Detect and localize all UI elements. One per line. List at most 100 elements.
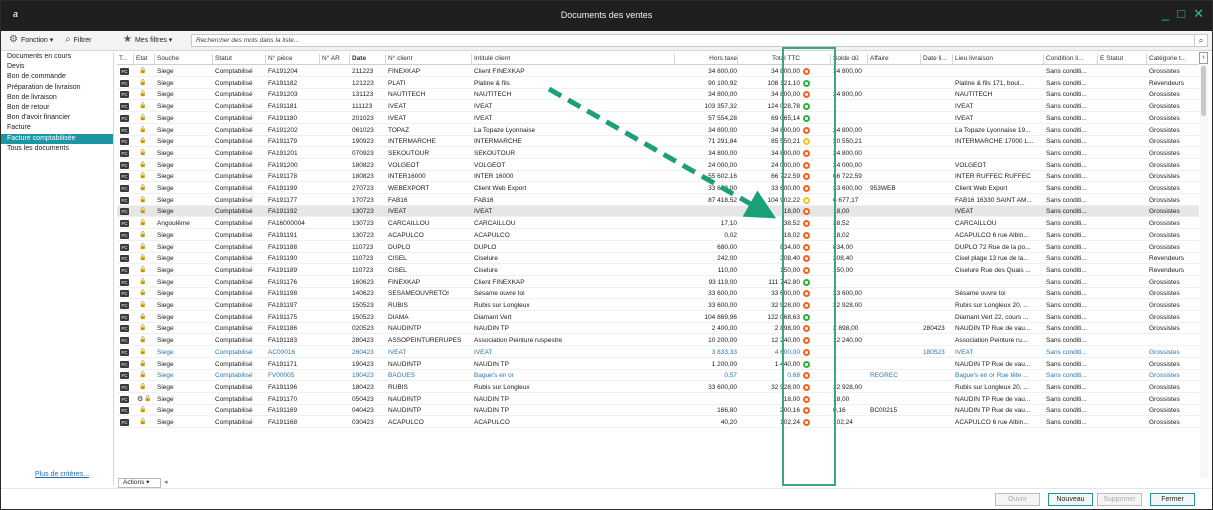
- table-row[interactable]: FC 🔒 Siege Comptabilisé FA191192 130723 IVEAT I…: [117, 206, 1199, 218]
- column-header-lieu[interactable]: Lieu livraison: [955, 55, 993, 62]
- table-row[interactable]: FC 🔒 Siege Comptabilisé FA191180 201023 IVEAT I…: [117, 113, 1199, 124]
- column-header-solde[interactable]: Solde dû: [833, 55, 859, 62]
- table-row[interactable]: FC 🔒 Siege Comptabilisé AC00016 260423 IVEAT IV…: [117, 347, 1199, 358]
- table-row[interactable]: FC 🔒 Siege Comptabilisé FV00005 190423 BAGUES B…: [117, 370, 1199, 382]
- column-separator[interactable]: [920, 54, 921, 64]
- document-type-icon: FC: [120, 348, 129, 356]
- table-row[interactable]: FC 🔒 Siege Comptabilisé FA191182 121223 PLATI P…: [117, 78, 1199, 89]
- sidebar-item[interactable]: Devis: [1, 62, 113, 72]
- more-criteria-link[interactable]: Plus de critères...: [35, 471, 89, 478]
- search-input[interactable]: Rechercher des mots dans la liste...: [191, 34, 1201, 47]
- cell-lieu: NAUDIN TP Rue de vau...: [955, 325, 1031, 333]
- sidebar-item[interactable]: Préparation de livraison: [1, 83, 113, 93]
- column-header-condition[interactable]: Condition li...: [1046, 55, 1084, 62]
- delete-button[interactable]: Supprimer: [1097, 493, 1142, 506]
- my-filters-menu[interactable]: ★ Mes filtres ▾: [123, 35, 172, 45]
- table-row[interactable]: FC 🔒 Siege Comptabilisé FA191169 040423 NAUDIN…: [117, 405, 1199, 417]
- table-row[interactable]: FC 🔒 Siege Comptabilisé FA191199 270723 WEBEXP…: [117, 183, 1199, 194]
- column-separator[interactable]: [737, 54, 738, 64]
- table-row[interactable]: FC 🔒 Siege Comptabilisé FA191168 030423 ACAPUL…: [117, 417, 1199, 428]
- column-separator[interactable]: [1043, 54, 1044, 64]
- column-header-ar[interactable]: N° AR: [322, 55, 340, 62]
- actions-button[interactable]: Actions ▾: [118, 478, 161, 488]
- document-type-icon: FC: [120, 91, 129, 99]
- sidebar-item[interactable]: Bon d'avoir financier: [1, 113, 113, 123]
- new-button[interactable]: Nouveau: [1048, 493, 1093, 506]
- table-row[interactable]: FC 🔒 Siege Comptabilisé FA191186 020523 NAUDIN…: [117, 323, 1199, 335]
- column-separator[interactable]: [1146, 54, 1147, 64]
- column-header-affaire[interactable]: Affaire: [870, 55, 889, 62]
- sidebar-item[interactable]: Facture: [1, 123, 113, 133]
- column-header-client[interactable]: N° client: [388, 55, 412, 62]
- table-row[interactable]: FC 🔒 Siege Comptabilisé FA191191 130723 ACAPUL…: [117, 230, 1199, 241]
- maximize-button[interactable]: □: [1177, 7, 1185, 20]
- column-header-date[interactable]: Date: [352, 55, 366, 62]
- sidebar-item[interactable]: Documents en cours: [1, 52, 113, 62]
- scroll-right-button[interactable]: ›: [1199, 52, 1208, 64]
- column-separator[interactable]: [212, 54, 213, 64]
- table-row[interactable]: FC ⚙ 🔒 Siege Comptabilisé FA191170 050423 NAUDI…: [117, 394, 1199, 405]
- column-header-estatut[interactable]: E Statut: [1100, 55, 1123, 62]
- cell-categorie: Grossistes: [1149, 383, 1180, 391]
- table-row[interactable]: FC 🔒 Siege Comptabilisé FA191204 211223 FINEXK…: [117, 66, 1199, 77]
- column-separator[interactable]: [867, 54, 868, 64]
- sidebar: Documents en cours Devis Bon de commande Pr…: [1, 52, 114, 485]
- table-row[interactable]: FC 🔒 Siege Comptabilisé FA191202 061023 TOPAZ L…: [117, 125, 1199, 136]
- my-filters-label: Mes filtres ▾: [134, 37, 173, 44]
- table-row[interactable]: FC 🔒 Siege Comptabilisé FA191190 110723 CISEL C…: [117, 253, 1199, 265]
- table-row[interactable]: FC 🔒 Siege Comptabilisé FA191198 140623 SESAME…: [117, 288, 1199, 300]
- sidebar-item[interactable]: Tous les documents: [1, 144, 113, 154]
- scroll-left-button[interactable]: ◂: [164, 478, 168, 486]
- table-row[interactable]: FC 🔒 Siege Comptabilisé FA191197 150523 RUBIS R…: [117, 300, 1199, 311]
- table-row[interactable]: FC 🔒 Angoulême Comptabilisé FA16000004 130723…: [117, 218, 1199, 230]
- column-separator[interactable]: [952, 54, 953, 64]
- table-row[interactable]: FC 🔒 Siege Comptabilisé FA191178 180823 INTER1…: [117, 171, 1199, 183]
- table-row[interactable]: FC 🔒 Siege Comptabilisé FA191200 180823 VOLGEO…: [117, 160, 1199, 171]
- sidebar-item[interactable]: Bon de livraison: [1, 93, 113, 103]
- column-header-souche[interactable]: Souche: [157, 55, 179, 62]
- column-separator[interactable]: [1097, 54, 1098, 64]
- column-separator[interactable]: [471, 54, 472, 64]
- table-row[interactable]: FC 🔒 Siege Comptabilisé FA191176 160623 FINEXK…: [117, 277, 1199, 288]
- column-separator[interactable]: [385, 54, 386, 64]
- table-row[interactable]: FC 🔒 Siege Comptabilisé FA191181 111123 IVEAT I…: [117, 101, 1199, 113]
- table-row[interactable]: FC 🔒 Siege Comptabilisé FA191177 170723 FAB16 F…: [117, 195, 1199, 206]
- filter-button[interactable]: ⌕ Filtrer: [65, 35, 92, 45]
- scrollbar-thumb[interactable]: [1201, 66, 1206, 116]
- column-header-etat[interactable]: Etat: [136, 55, 148, 62]
- table-row[interactable]: FC 🔒 Siege Comptabilisé FA191171 190423 NAUDIN…: [117, 359, 1199, 370]
- table-row[interactable]: FC 🔒 Siege Comptabilisé FA191175 150523 DIAMA D…: [117, 312, 1199, 323]
- cell-date: 180423: [352, 383, 374, 391]
- sidebar-item[interactable]: Facture comptabilisée: [1, 133, 113, 144]
- table-row[interactable]: FC 🔒 Siege Comptabilisé FA191183 280423 ASSOPE…: [117, 335, 1199, 347]
- column-separator[interactable]: [154, 54, 155, 64]
- search-options-button[interactable]: ⌕: [1194, 34, 1208, 47]
- fonction-menu[interactable]: ⚙ Fonction ▾: [9, 35, 53, 45]
- column-separator[interactable]: [133, 54, 134, 64]
- table-row[interactable]: FC 🔒 Siege Comptabilisé FA191203 131123 NAUTIT…: [117, 89, 1199, 101]
- open-button[interactable]: Ouvrir: [995, 493, 1040, 506]
- table-row[interactable]: FC 🔒 Siege Comptabilisé FA191189 110723 CISEL C…: [117, 265, 1199, 276]
- column-header-type[interactable]: T...: [119, 55, 128, 62]
- column-separator[interactable]: [349, 54, 350, 64]
- table-row[interactable]: FC 🔒 Siege Comptabilisé FA191201 070923 SEKOUT…: [117, 148, 1199, 159]
- sidebar-item[interactable]: Bon de commande: [1, 72, 113, 82]
- close-window-button[interactable]: Fermer: [1150, 493, 1195, 506]
- table-row[interactable]: FC 🔒 Siege Comptabilisé FA191196 180423 RUBIS R…: [117, 382, 1199, 393]
- minimize-button[interactable]: _: [1162, 7, 1169, 20]
- column-header-piece[interactable]: N° pièce: [268, 55, 293, 62]
- column-header-intitule[interactable]: Intitulé client: [474, 55, 510, 62]
- cell-souche: Siege: [157, 185, 174, 192]
- column-separator[interactable]: [319, 54, 320, 64]
- sidebar-item[interactable]: Bon de retour: [1, 103, 113, 113]
- table-row[interactable]: FC 🔒 Siege Comptabilisé FA191188 110723 DUPLO D…: [117, 242, 1199, 253]
- column-separator[interactable]: [674, 54, 675, 64]
- column-separator[interactable]: [265, 54, 266, 64]
- close-button[interactable]: ✕: [1193, 7, 1204, 20]
- column-header-statut[interactable]: Statut: [215, 55, 232, 62]
- column-header-ht[interactable]: Hors taxe: [677, 55, 737, 62]
- column-header-categorie[interactable]: Catégorie t...: [1149, 55, 1186, 62]
- column-header-datel[interactable]: Date li...: [923, 55, 947, 62]
- vertical-scrollbar[interactable]: [1200, 52, 1208, 478]
- table-row[interactable]: FC 🔒 Siege Comptabilisé FA191179 190923 INTERM…: [117, 136, 1199, 148]
